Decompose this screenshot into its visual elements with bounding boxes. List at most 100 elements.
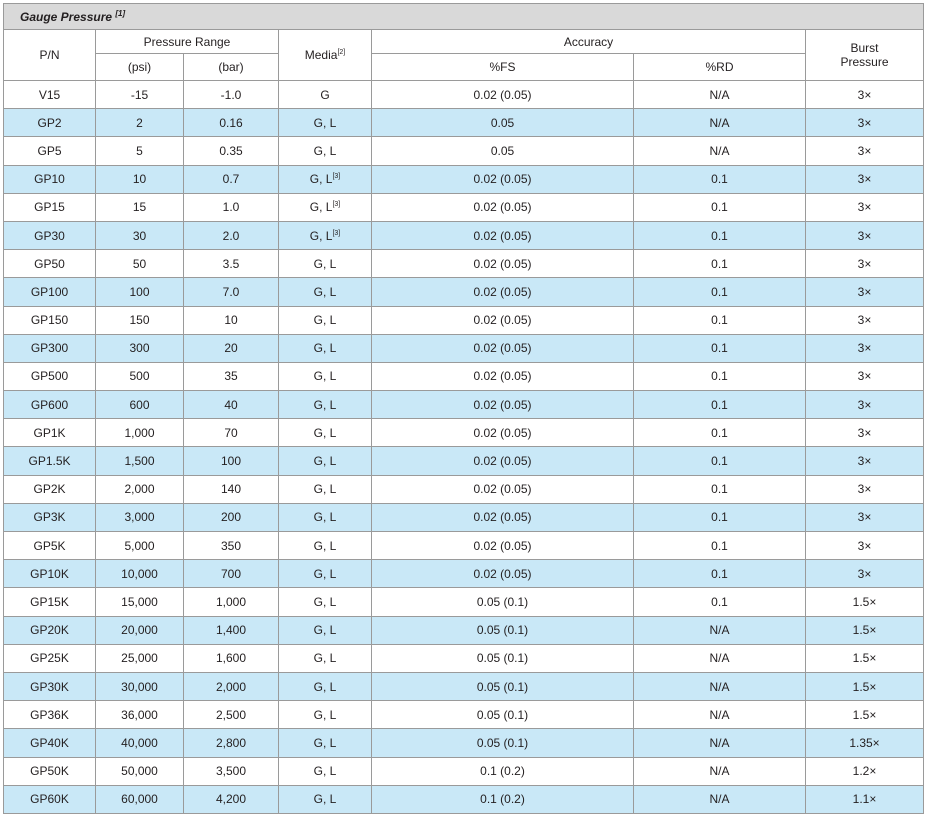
cell-fs-value: 0.02 (0.05) xyxy=(473,566,532,581)
header-burst-line1: Burst xyxy=(850,41,879,55)
cell-media-value: G, L xyxy=(313,284,337,299)
cell-media: G xyxy=(278,79,372,110)
cell-fs: 0.02 (0.05) xyxy=(371,559,634,589)
table-header: Gauge Pressure [1] P/N Pressure Range Me… xyxy=(3,3,924,81)
cell-bar-value: 1,600 xyxy=(215,651,247,666)
cell-burst: 3× xyxy=(805,502,924,533)
cell-psi: 15,000 xyxy=(95,587,184,617)
cell-psi: 30,000 xyxy=(95,671,184,702)
cell-rd-value: 0.1 xyxy=(711,454,728,469)
header-fs-label: %FS xyxy=(489,60,516,74)
cell-rd: 0.1 xyxy=(633,390,806,420)
cell-rd-value: N/A xyxy=(709,707,730,722)
cell-rd: 0.1 xyxy=(633,249,806,279)
cell-fs-value: 0.02 (0.05) xyxy=(473,200,532,215)
cell-psi-value: 20,000 xyxy=(121,623,158,638)
cell-rd-value: N/A xyxy=(709,87,730,102)
cell-rd-value: 0.1 xyxy=(711,482,728,497)
cell-fs-value: 0.02 (0.05) xyxy=(473,172,532,187)
cell-fs-value: 0.05 (0.1) xyxy=(476,679,529,694)
table-title-text: Gauge Pressure xyxy=(20,9,113,24)
cell-burst: 3× xyxy=(805,390,924,420)
cell-rd-value: 0.1 xyxy=(711,284,728,299)
cell-burst-value: 1.35× xyxy=(849,735,880,750)
cell-bar-value: 2,000 xyxy=(215,679,247,694)
cell-burst-value: 3× xyxy=(857,313,872,328)
cell-psi: 15 xyxy=(95,192,184,222)
cell-fs-value: 0.02 (0.05) xyxy=(473,284,532,299)
cell-psi: 100 xyxy=(95,277,184,307)
cell-pn-value: GP1.5K xyxy=(28,454,71,469)
cell-media-value: G, L xyxy=(313,256,337,271)
cell-rd: 0.1 xyxy=(633,305,806,335)
cell-media: G, L[3] xyxy=(278,220,372,251)
cell-pn: V15 xyxy=(3,79,96,110)
cell-bar-value: 10 xyxy=(224,313,238,328)
cell-bar-value: 2,500 xyxy=(215,707,247,722)
cell-burst-value: 3× xyxy=(857,115,872,130)
cell-burst-value: 3× xyxy=(857,87,872,102)
cell-burst: 1.5× xyxy=(805,700,924,730)
table-row: GP10 10 0.7 G, L[3] 0.02 (0.05) 0.1 3× xyxy=(3,164,924,194)
cell-burst: 3× xyxy=(805,559,924,589)
cell-pn: GP300 xyxy=(3,333,96,363)
cell-media-value: G, L xyxy=(313,651,337,666)
cell-burst-value: 1.2× xyxy=(852,764,877,779)
cell-pn: GP50K xyxy=(3,756,96,786)
cell-psi-value: 50 xyxy=(132,256,147,271)
cell-rd-value: 0.1 xyxy=(711,256,728,271)
cell-burst-value: 3× xyxy=(857,538,872,553)
cell-psi: 25,000 xyxy=(95,643,184,673)
cell-bar-value: 350 xyxy=(220,538,242,553)
cell-pn: GP3K xyxy=(3,502,96,533)
cell-burst: 3× xyxy=(805,136,924,166)
cell-fs-value: 0.05 (0.1) xyxy=(476,651,529,666)
table-row: GP600 600 40 G, L 0.02 (0.05) 0.1 3× xyxy=(3,390,924,420)
cell-bar-value: 700 xyxy=(220,566,242,581)
cell-media: G, L xyxy=(278,587,372,617)
cell-psi: 500 xyxy=(95,361,184,392)
spec-table-container: Gauge Pressure [1] P/N Pressure Range Me… xyxy=(3,3,924,814)
cell-rd-value: 0.1 xyxy=(711,341,728,356)
header-bar: (bar) xyxy=(183,53,279,81)
cell-psi-value: 30 xyxy=(132,228,147,243)
cell-psi-value: 10 xyxy=(132,172,147,187)
cell-fs-value: 0.02 (0.05) xyxy=(473,538,532,553)
cell-pn-value: GP20K xyxy=(30,623,69,638)
cell-burst: 1.2× xyxy=(805,756,924,786)
cell-rd: 0.1 xyxy=(633,559,806,589)
cell-burst-value: 1.5× xyxy=(852,594,877,609)
table-row: GP30 30 2.0 G, L[3] 0.02 (0.05) 0.1 3× xyxy=(3,220,924,251)
header-media-footnote: [2] xyxy=(337,49,346,56)
cell-burst-value: 3× xyxy=(857,200,872,215)
cell-media-value: G, L xyxy=(313,313,337,328)
cell-rd: 0.1 xyxy=(633,333,806,363)
cell-pn: GP2K xyxy=(3,474,96,504)
cell-fs-value: 0.05 (0.1) xyxy=(476,735,529,750)
cell-bar-value: 4,200 xyxy=(215,792,247,807)
cell-fs: 0.05 (0.1) xyxy=(371,671,634,702)
cell-psi-value: 50,000 xyxy=(121,764,158,779)
table-row: GP2K 2,000 140 G, L 0.02 (0.05) 0.1 3× xyxy=(3,474,924,504)
header-accuracy-label: Accuracy xyxy=(563,34,614,49)
header-burst-pressure: Burst Pressure xyxy=(805,29,924,81)
cell-media: G, L xyxy=(278,671,372,702)
cell-rd-value: 0.1 xyxy=(711,200,728,215)
header-media: Media[2] xyxy=(278,29,372,81)
cell-bar: 2,000 xyxy=(183,671,279,702)
cell-bar: 2,500 xyxy=(183,700,279,730)
cell-pn-value: GP40K xyxy=(30,735,69,750)
cell-media: G, L xyxy=(278,361,372,392)
cell-burst-value: 3× xyxy=(857,397,872,412)
cell-pn: GP50 xyxy=(3,249,96,279)
cell-rd-value: 0.1 xyxy=(711,425,728,440)
cell-fs-value: 0.02 (0.05) xyxy=(473,510,532,525)
cell-burst-value: 3× xyxy=(857,143,872,158)
cell-fs-value: 0.1 (0.2) xyxy=(480,764,525,779)
cell-burst-value: 3× xyxy=(857,172,872,187)
cell-media-value: G, L xyxy=(313,707,337,722)
cell-bar-value: 40 xyxy=(224,397,238,412)
table-title-footnote: [1] xyxy=(115,8,126,18)
cell-pn-value: GP150 xyxy=(30,313,69,328)
table-row: GP10K 10,000 700 G, L 0.02 (0.05) 0.1 3× xyxy=(3,559,924,589)
